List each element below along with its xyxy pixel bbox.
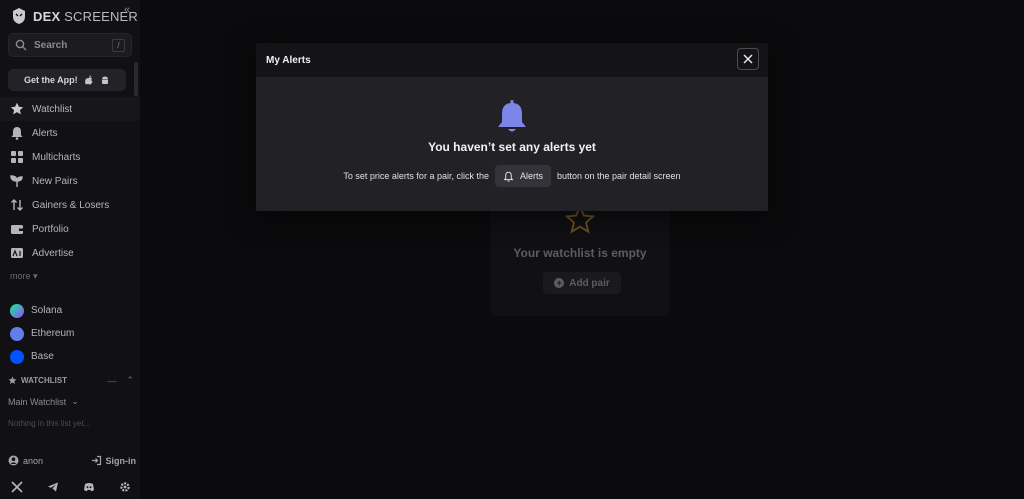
watchlist-header: WATCHLIST — ⌃ [8, 375, 134, 386]
sidebar-item-new-pairs[interactable]: New Pairs [0, 169, 140, 193]
plus-circle-icon: + [554, 278, 565, 288]
chain-label: Base [31, 351, 54, 362]
minimize-icon[interactable]: — [107, 376, 116, 386]
alerts-chip-label: Alerts [519, 171, 543, 181]
signin-label: Sign-in [105, 455, 137, 466]
close-icon [743, 54, 753, 64]
logo-icon [13, 8, 25, 24]
sidebar: DEX SCREENER « Search / Get the App! Wat… [0, 0, 140, 499]
sidebar-item-gainers-losers[interactable]: Gainers & Losers [0, 193, 140, 217]
sidebar-item-label: Gainers & Losers [32, 199, 110, 211]
collapse-sidebar-icon[interactable]: « [124, 4, 130, 16]
search-placeholder: Search [34, 39, 68, 51]
watchlist-select-value: Main Watchlist [8, 396, 67, 407]
social-links [11, 481, 131, 493]
chain-item-ethereum[interactable]: Ethereum [0, 322, 140, 345]
sprout-icon [10, 175, 23, 187]
add-pair-button[interactable]: + Add pair [543, 272, 621, 294]
sidebar-item-label: Watchlist [32, 103, 73, 115]
more-toggle[interactable]: more ▾ [10, 271, 38, 282]
chevron-down-icon: ⌄ [71, 396, 79, 406]
base-icon [10, 349, 24, 364]
discord-icon[interactable] [83, 481, 95, 493]
grid-icon [11, 151, 23, 163]
ethereum-icon [10, 326, 24, 341]
user-name: anon [23, 455, 44, 466]
sidebar-item-alerts[interactable]: Alerts [0, 121, 140, 145]
bell-icon [503, 171, 514, 182]
sidebar-scrollbar[interactable] [134, 62, 138, 96]
wallet-icon [11, 225, 23, 234]
sidebar-item-multicharts[interactable]: Multicharts [0, 145, 140, 169]
telegram-icon[interactable] [47, 481, 59, 493]
logo-text: DEX SCREENER [33, 8, 138, 24]
x-icon[interactable] [11, 481, 23, 493]
star-icon [10, 102, 24, 115]
sidebar-item-label: Alerts [32, 127, 58, 139]
sidebar-item-portfolio[interactable]: Portfolio [0, 217, 140, 241]
sidebar-item-label: Advertise [32, 247, 74, 259]
watchlist-empty-text: Nothing in this list yet... [8, 419, 91, 428]
bell-large-icon [498, 100, 526, 132]
instructions-text-before: To set price alerts for a pair, click th… [343, 171, 489, 181]
arrows-updown-icon [11, 199, 23, 211]
user-row: anon Sign-in [8, 455, 136, 466]
star-icon [8, 376, 17, 384]
chain-item-solana[interactable]: Solana [0, 299, 140, 322]
search-shortcut: / [112, 38, 125, 52]
signin-button[interactable]: Sign-in [91, 455, 137, 466]
close-button[interactable] [737, 48, 759, 70]
android-icon [101, 76, 108, 84]
modal-instructions: To set price alerts for a pair, click th… [256, 165, 768, 187]
search-input[interactable]: Search / [8, 33, 132, 57]
get-app-label: Get the App! [24, 75, 78, 85]
search-icon [15, 39, 27, 51]
user-account[interactable]: anon [8, 455, 91, 466]
add-pair-label: Add pair [569, 277, 610, 289]
modal-title: My Alerts [266, 54, 311, 66]
settings-gear-icon[interactable] [119, 481, 131, 493]
solana-icon [10, 303, 24, 318]
collapse-up-icon[interactable]: ⌃ [126, 375, 134, 386]
watchlist-title: WATCHLIST [21, 376, 68, 385]
sidebar-item-label: Multicharts [32, 151, 81, 163]
signin-icon [91, 455, 101, 466]
apple-icon [84, 75, 93, 85]
chain-label: Solana [31, 305, 63, 316]
logo[interactable]: DEX SCREENER [10, 7, 138, 25]
alerts-modal: My Alerts You haven’t set any alerts yet… [256, 43, 768, 211]
sidebar-item-advertise[interactable]: Advertise [0, 241, 140, 265]
get-app-button[interactable]: Get the App! [8, 69, 126, 91]
sidebar-item-label: Portfolio [32, 223, 69, 235]
modal-heading: You haven’t set any alerts yet [428, 140, 596, 154]
sidebar-item-watchlist[interactable]: Watchlist [0, 97, 140, 121]
user-icon [8, 455, 19, 466]
sidebar-item-label: New Pairs [32, 175, 78, 187]
bell-icon [11, 127, 23, 140]
sidebar-nav: Watchlist Alerts Multicharts New Pairs G… [0, 97, 140, 265]
modal-header: My Alerts [256, 43, 768, 77]
chain-list: Solana Ethereum Base [0, 299, 140, 368]
watchlist-empty-message: Your watchlist is empty [513, 246, 647, 260]
chain-label: Ethereum [31, 328, 75, 339]
instructions-text-after: button on the pair detail screen [556, 171, 681, 181]
chain-item-base[interactable]: Base [0, 345, 140, 368]
watchlist-select[interactable]: Main Watchlist ⌄ [8, 396, 79, 407]
ad-icon [11, 248, 23, 258]
alerts-chip: Alerts [494, 165, 551, 187]
